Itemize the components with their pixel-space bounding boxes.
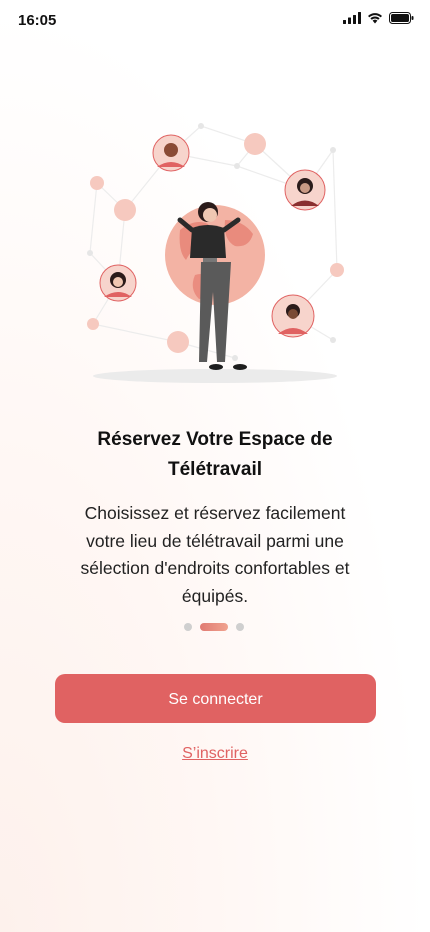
onboarding-screen: 16:05 Réservez Votre Espace de Télétrava…: [0, 0, 430, 932]
avatar-bottom-right: [271, 294, 315, 338]
page-dot-2-active[interactable]: [200, 623, 228, 631]
description-line-4: équipés.: [181, 585, 249, 606]
page-dot-1[interactable]: [184, 623, 192, 631]
register-link[interactable]: S’inscrire: [0, 745, 430, 763]
status-icons: [343, 12, 414, 24]
description-line-1: Choisissez et réservez facilement: [84, 503, 346, 523]
avatar-left: [99, 264, 137, 302]
battery-icon: [389, 12, 414, 24]
description-line-3: sélection d'endroits confortables et: [80, 558, 350, 578]
ground-shadow: [93, 369, 337, 383]
description-line-2: votre lieu de télétravail parmi une: [86, 530, 344, 551]
avatar-right: [284, 169, 326, 211]
status-time: 16:05: [18, 12, 57, 29]
title-line-1: Réservez Votre Espace de: [97, 429, 333, 450]
avatar-top-left: [152, 134, 190, 172]
page-dot-3[interactable]: [236, 623, 244, 631]
remote-work-illustration: [87, 123, 344, 383]
onboarding-description: Choisissez et réservez facilement votre …: [30, 500, 400, 610]
title-line-2: Télétravail: [168, 459, 262, 480]
onboarding-title: Réservez Votre Espace de Télétravail: [40, 425, 390, 485]
login-button[interactable]: Se connecter: [55, 674, 376, 723]
wifi-icon: [368, 13, 382, 24]
pagination-dots: [184, 623, 244, 631]
signal-icon: [343, 12, 361, 24]
status-bar: 16:05: [0, 0, 430, 44]
